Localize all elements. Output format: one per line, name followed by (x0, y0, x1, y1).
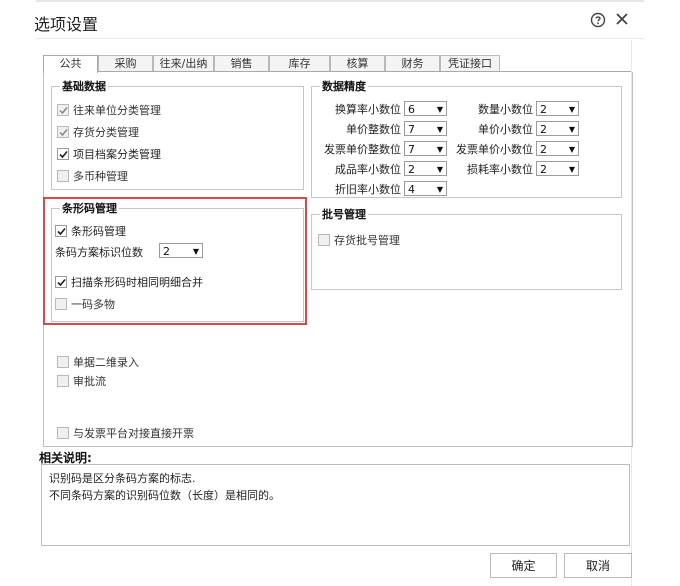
checkbox-invoice-platform[interactable]: 与发票平台对接直接开票 (57, 425, 194, 441)
dropdown-arrow-icon: ▼ (436, 105, 443, 114)
dropdown-arrow-icon: ▼ (436, 165, 443, 174)
checkbox-label: 单据二维录入 (73, 356, 139, 369)
checkbox-label: 扫描条形码时相同明细合并 (71, 276, 203, 289)
select-invoice-price-int[interactable]: 7 ▼ (404, 141, 447, 156)
checkbox-label: 与发票平台对接直接开票 (73, 427, 194, 440)
checkbox-box[interactable] (57, 356, 69, 368)
tab-receivable-cashier[interactable]: 往来/出纳 (153, 55, 214, 71)
dropdown-arrow-icon: ▼ (436, 125, 443, 134)
dropdown-arrow-icon: ▼ (436, 145, 443, 154)
select-value: 2 (408, 163, 415, 176)
dropdown-arrow-icon: ▼ (568, 145, 575, 154)
ok-button[interactable]: 确定 (490, 553, 557, 578)
select-depreciation-decimals[interactable]: 4 ▼ (404, 181, 447, 196)
tab-finance[interactable]: 财务 (385, 55, 440, 71)
label-loss-decimals: 损耗率小数位 (467, 163, 533, 176)
select-unit-price-int[interactable]: 7 ▼ (404, 121, 447, 136)
select-quantity-decimals[interactable]: 2 ▼ (536, 101, 579, 116)
dropdown-arrow-icon: ▼ (568, 165, 575, 174)
checkbox-box[interactable] (57, 126, 69, 138)
checkbox-label: 存货批号管理 (334, 234, 400, 247)
dropdown-arrow-icon: ▼ (568, 125, 575, 134)
checkbox-batch-manage[interactable]: 存货批号管理 (318, 232, 400, 248)
batch-legend: 批号管理 (322, 208, 366, 221)
description-line: 不同条码方案的识别码位数（长度）是相同的。 (49, 489, 280, 502)
tab-inventory[interactable]: 库存 (269, 55, 330, 71)
checkbox-box[interactable] (55, 225, 67, 237)
checkbox-box[interactable] (55, 276, 67, 288)
select-value: 2 (540, 103, 547, 116)
dropdown-arrow-icon: ▼ (436, 185, 443, 194)
label-barcode-digits: 条码方案标识位数 (55, 246, 143, 259)
select-value: 6 (408, 103, 415, 116)
checkbox-multi-currency[interactable]: 多币种管理 (57, 168, 128, 184)
select-value: 7 (408, 143, 415, 156)
tab-purchase[interactable]: 采购 (98, 55, 153, 71)
select-value: 2 (540, 163, 547, 176)
checkbox-scan-merge[interactable]: 扫描条形码时相同明细合并 (55, 274, 203, 290)
select-barcode-digits[interactable]: 2 ▼ (159, 243, 203, 258)
basic-data-legend: 基础数据 (62, 80, 106, 93)
checkbox-label: 往来单位分类管理 (73, 104, 161, 117)
checkbox-approval-flow[interactable]: 审批流 (57, 373, 106, 389)
description-box: 识别码是区分条码方案的标志. 不同条码方案的识别码位数（长度）是相同的。 (41, 464, 630, 546)
checkbox-box[interactable] (318, 234, 330, 246)
select-conversion-decimals[interactable]: 6 ▼ (404, 101, 447, 116)
select-value: 2 (540, 123, 547, 136)
checkbox-label: 存货分类管理 (73, 126, 139, 139)
select-value: 2 (163, 245, 170, 258)
checkbox-inventory-category[interactable]: 存货分类管理 (57, 124, 139, 140)
label-depreciation-decimals: 折旧率小数位 (335, 183, 401, 196)
checkbox-one-code-multi[interactable]: 一码多物 (55, 296, 115, 312)
select-value: 7 (408, 123, 415, 136)
batch-group: 批号管理 (311, 206, 622, 290)
label-conversion-decimals: 换算率小数位 (335, 103, 401, 116)
checkbox-box[interactable] (57, 375, 69, 387)
checkbox-label: 审批流 (73, 375, 106, 388)
tab-accounting[interactable]: 核算 (330, 55, 385, 71)
tab-sales[interactable]: 销售 (214, 55, 269, 71)
checkbox-2d-entry[interactable]: 单据二维录入 (57, 354, 139, 370)
select-yield-decimals[interactable]: 2 ▼ (404, 161, 447, 176)
checkbox-box[interactable] (57, 148, 69, 160)
dialog-title: 选项设置 (34, 15, 99, 34)
description-line: 识别码是区分条码方案的标志. (49, 472, 196, 485)
select-loss-decimals[interactable]: 2 ▼ (536, 161, 579, 176)
tab-public[interactable]: 公共 (43, 55, 98, 73)
label-invoice-price-decimals: 发票单价小数位 (456, 143, 533, 156)
label-unit-price-int: 单价整数位 (346, 123, 401, 136)
select-value: 4 (408, 183, 415, 196)
header-divider (36, 38, 644, 39)
dropdown-arrow-icon: ▼ (568, 105, 575, 114)
checkbox-barcode-manage[interactable]: 条形码管理 (55, 223, 126, 239)
checkbox-label: 一码多物 (71, 298, 115, 311)
precision-legend: 数据精度 (322, 80, 366, 93)
label-unit-price-decimals: 单价小数位 (478, 123, 533, 136)
precision-group: 数据精度 (311, 78, 622, 198)
checkbox-partner-category[interactable]: 往来单位分类管理 (57, 102, 161, 118)
dropdown-arrow-icon: ▼ (192, 247, 199, 256)
checkbox-box[interactable] (57, 170, 69, 182)
cancel-button[interactable]: 取消 (564, 553, 632, 578)
checkbox-label: 多币种管理 (73, 170, 128, 183)
label-invoice-price-int: 发票单价整数位 (324, 143, 401, 156)
checkbox-project-category[interactable]: 项目档案分类管理 (57, 146, 161, 162)
checkbox-label: 项目档案分类管理 (73, 148, 161, 161)
select-value: 2 (540, 143, 547, 156)
select-unit-price-decimals[interactable]: 2 ▼ (536, 121, 579, 136)
select-invoice-price-decimals[interactable]: 2 ▼ (536, 141, 579, 156)
help-icon[interactable] (590, 12, 606, 28)
checkbox-label: 条形码管理 (71, 225, 126, 238)
checkbox-box[interactable] (57, 104, 69, 116)
checkbox-box[interactable] (57, 427, 69, 439)
checkbox-box[interactable] (55, 298, 67, 310)
label-quantity-decimals: 数量小数位 (478, 103, 533, 116)
tab-voucher-interface[interactable]: 凭证接口 (440, 55, 500, 71)
close-icon[interactable] (614, 11, 630, 27)
label-yield-decimals: 成品率小数位 (335, 163, 401, 176)
top-border (36, 0, 644, 2)
